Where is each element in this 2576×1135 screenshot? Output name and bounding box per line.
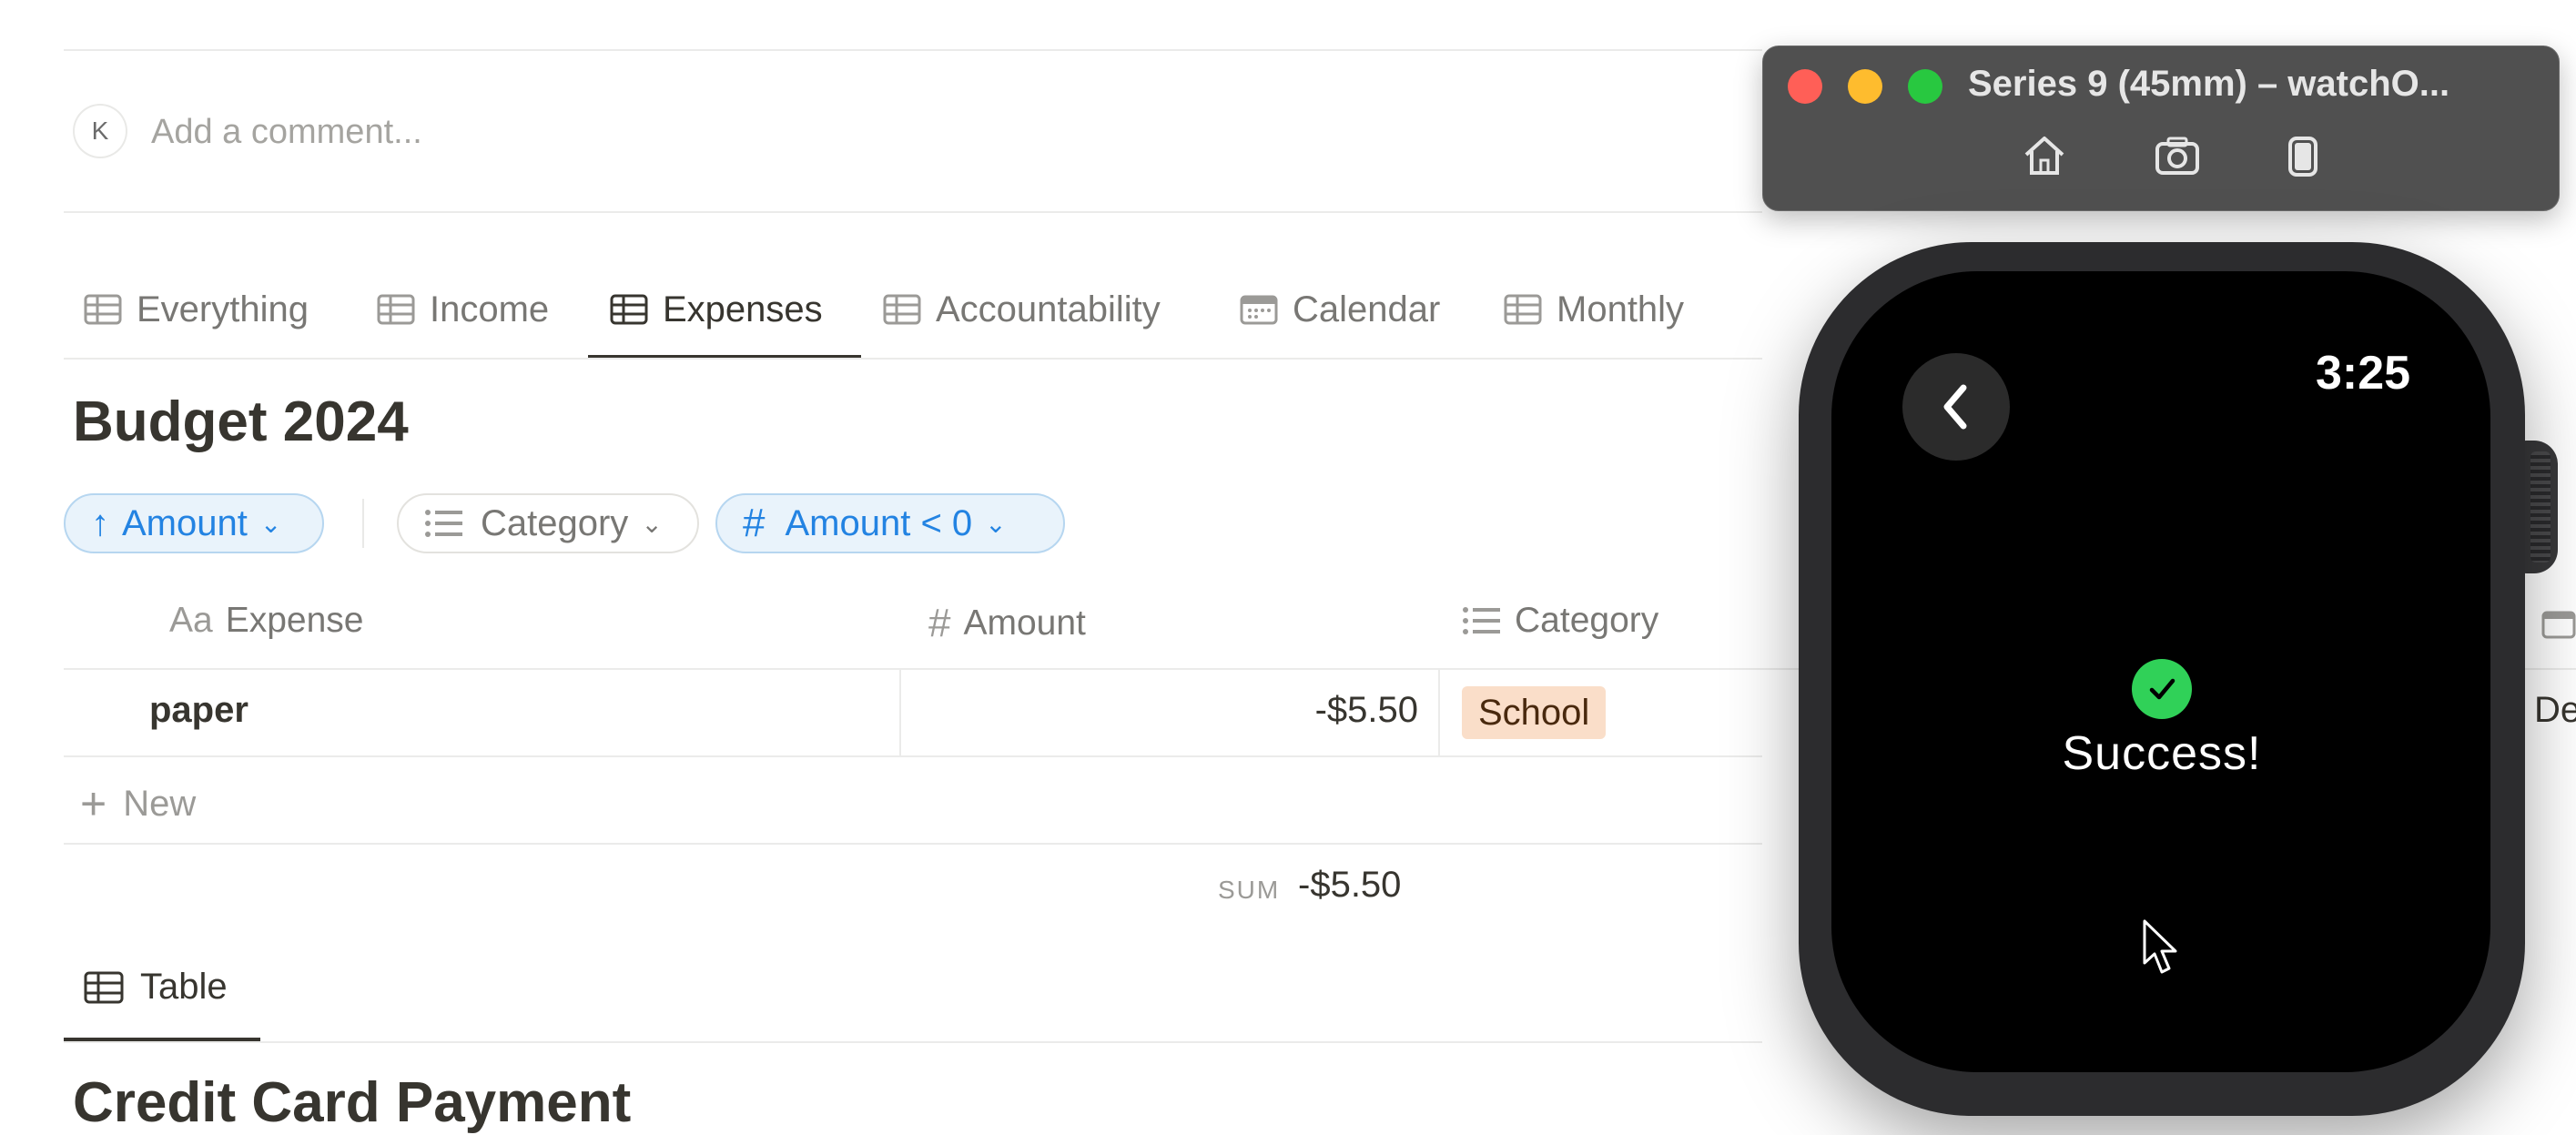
- view-tab-table[interactable]: Table: [84, 967, 228, 1008]
- pill-label: Amount < 0: [785, 502, 973, 543]
- arrow-up-icon: ↑: [91, 502, 109, 543]
- category-tag-school[interactable]: School: [1462, 686, 1607, 739]
- close-window-button[interactable]: [1788, 69, 1822, 104]
- chevron-left-icon: [1943, 384, 1967, 430]
- new-row-divider: [64, 843, 1762, 845]
- truncated-cell: De: [2534, 690, 2576, 730]
- tabs-divider: [64, 358, 1762, 360]
- tab-expenses[interactable]: Expenses: [610, 282, 823, 337]
- column-label: Amount: [963, 603, 1086, 643]
- section-heading: Credit Card Payment: [73, 1071, 632, 1134]
- success-check-icon: [2132, 659, 2192, 719]
- table-icon: [84, 294, 122, 325]
- mouse-cursor-icon: [2143, 919, 2177, 974]
- pill-label: Category: [481, 502, 629, 543]
- tab-everything[interactable]: Everything: [84, 282, 309, 337]
- tab-label: Accountability: [936, 289, 1161, 329]
- tab-label: Expenses: [663, 289, 823, 329]
- comment-input[interactable]: Add a comment...: [151, 113, 422, 152]
- plus-icon: +: [80, 778, 107, 829]
- new-row-button[interactable]: + New: [80, 777, 196, 830]
- checkmark-icon: [2149, 678, 2175, 700]
- column-label: Category: [1515, 601, 1659, 640]
- amount-filter-pill[interactable]: # Amount < 0 ⌄: [715, 493, 1065, 553]
- chevron-down-icon: ⌄: [641, 509, 663, 538]
- table-icon: [377, 294, 415, 325]
- tab-accountability[interactable]: Accountability: [883, 282, 1161, 337]
- sum-label: SUM: [1218, 876, 1281, 904]
- tab-label: Monthly: [1557, 289, 1685, 329]
- rotate-icon[interactable]: [2279, 133, 2327, 178]
- top-divider: [64, 49, 1762, 51]
- table-icon: [1504, 294, 1542, 325]
- table-icon: [84, 971, 124, 1003]
- calendar-icon: [2541, 611, 2576, 639]
- tab-income[interactable]: Income: [377, 282, 549, 337]
- text-type-icon: Aa: [169, 601, 213, 640]
- filter-separator: [362, 499, 364, 548]
- row-divider: [64, 755, 1762, 757]
- column-divider: [1438, 670, 1440, 757]
- sort-amount-pill[interactable]: ↑ Amount ⌄: [64, 493, 324, 553]
- chevron-down-icon: ⌄: [985, 509, 1007, 538]
- watch-time: 3:25: [2316, 347, 2411, 400]
- list-icon: [1463, 607, 1500, 634]
- column-header-amount[interactable]: # Amount: [928, 601, 1086, 646]
- calendar-icon: [1240, 295, 1278, 325]
- expense-cell[interactable]: paper: [149, 690, 248, 731]
- table-icon: [883, 294, 921, 325]
- tab-label: Everything: [137, 289, 309, 329]
- hash-icon: #: [743, 501, 766, 545]
- success-message: Success!: [2062, 727, 2262, 780]
- crown-ridges: [2530, 451, 2551, 562]
- screenshot-icon[interactable]: [2154, 133, 2201, 178]
- table-icon: [610, 294, 648, 325]
- list-icon: [425, 510, 462, 537]
- new-row-label: New: [123, 783, 197, 824]
- avatar: K: [75, 106, 126, 157]
- page-title: Budget 2024: [73, 390, 409, 453]
- avatar-initial: K: [91, 117, 109, 145]
- bottom-divider: [64, 1041, 1762, 1043]
- tab-calendar[interactable]: Calendar: [1240, 282, 1440, 337]
- tab-label: Income: [430, 289, 550, 329]
- category-filter-pill[interactable]: Category ⌄: [397, 493, 699, 553]
- chevron-down-icon: ⌄: [259, 509, 282, 538]
- zoom-window-button[interactable]: [1908, 69, 1942, 104]
- amount-cell[interactable]: -$5.50: [910, 690, 1418, 731]
- column-header-category[interactable]: Category: [1462, 601, 1658, 641]
- simulator-title: Series 9 (45mm) – watchO...: [1968, 64, 2450, 104]
- column-divider: [899, 670, 901, 757]
- sum-value: -$5.50: [1298, 865, 1402, 905]
- tab-label: Calendar: [1293, 289, 1441, 329]
- column-header-expense[interactable]: Aa Expense: [169, 601, 363, 641]
- watch-back-button[interactable]: [1902, 353, 2010, 461]
- minimize-window-button[interactable]: [1848, 69, 1882, 104]
- home-icon[interactable]: [2021, 133, 2068, 178]
- tab-monthly[interactable]: Monthly: [1504, 282, 1684, 337]
- pill-label: Amount: [122, 502, 248, 543]
- comment-divider: [64, 211, 1762, 213]
- column-label: Expense: [225, 601, 364, 640]
- view-tab-label: Table: [140, 967, 228, 1007]
- number-type-icon: #: [928, 601, 951, 645]
